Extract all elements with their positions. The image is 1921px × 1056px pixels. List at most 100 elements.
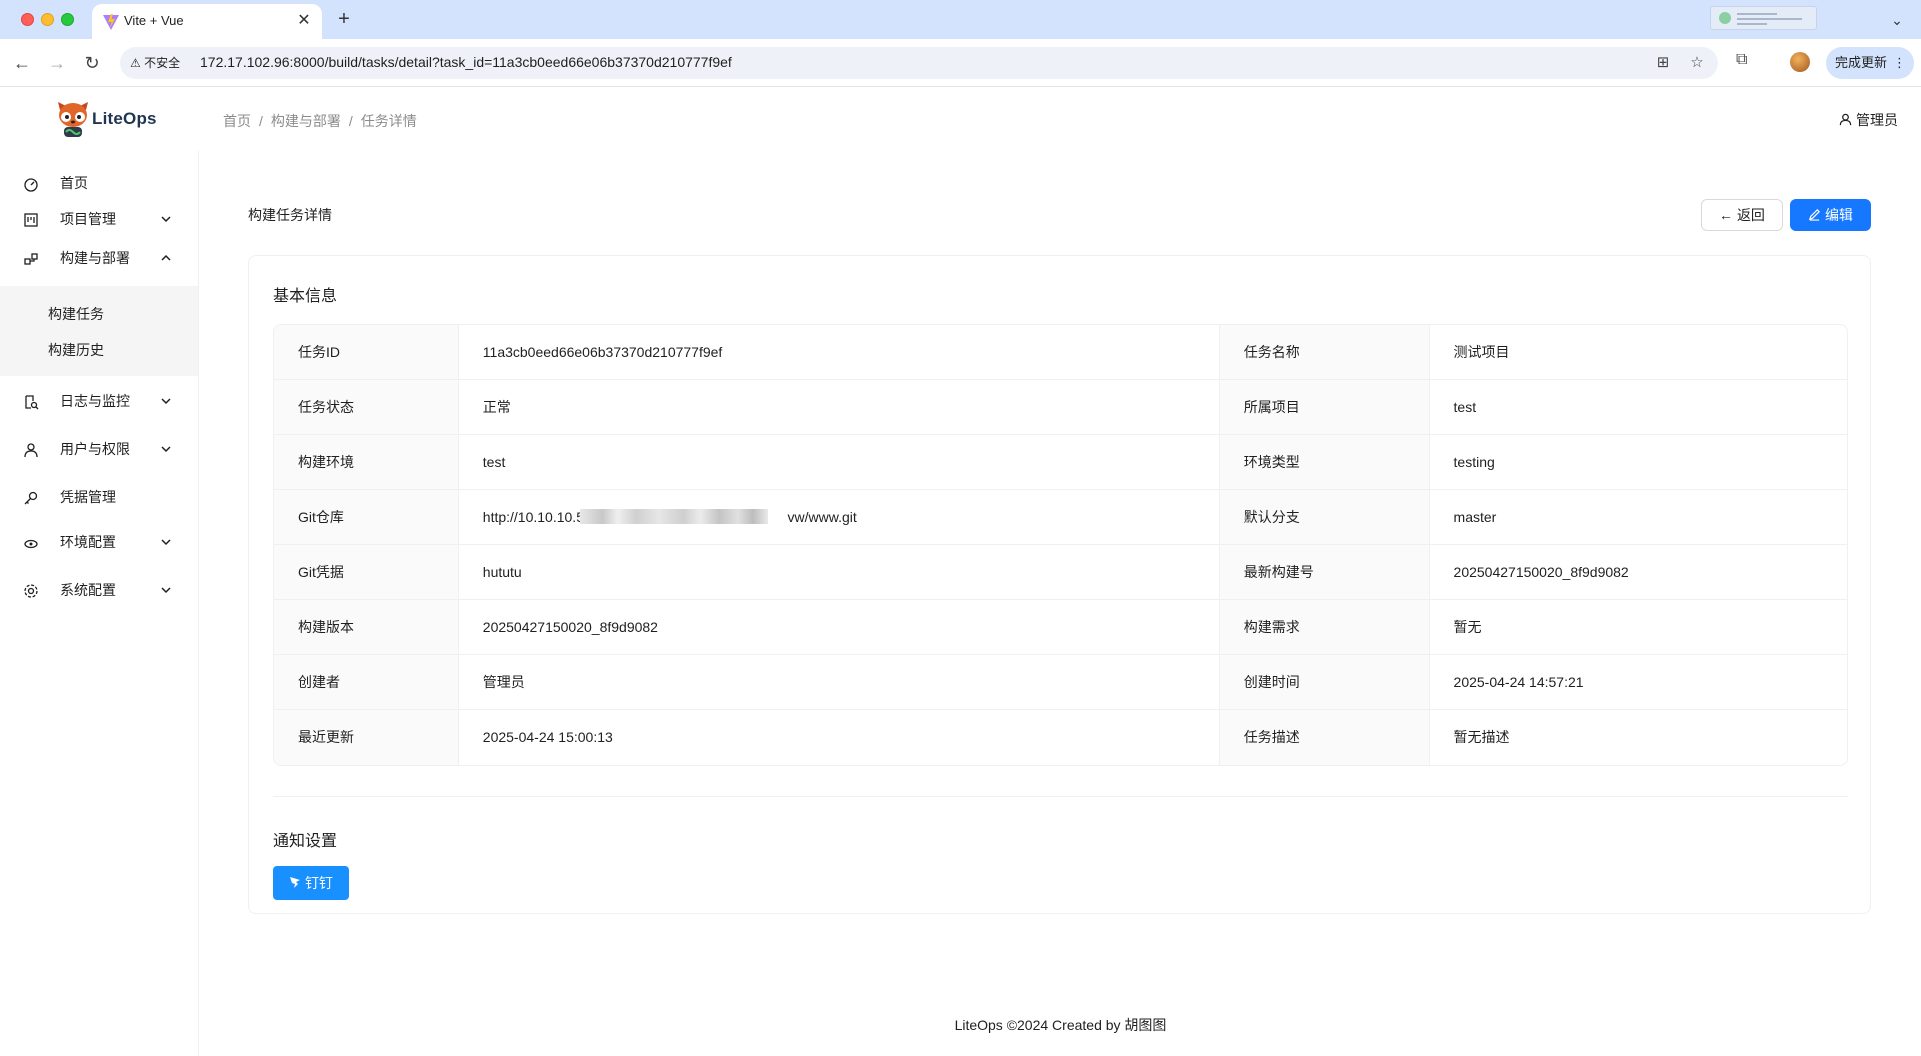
new-tab-icon[interactable]: + xyxy=(332,8,356,32)
back-arrow-icon[interactable]: ← xyxy=(10,51,34,75)
value-task-name: 测试项目 xyxy=(1453,344,1510,360)
back-button[interactable]: ← 返回 xyxy=(1701,199,1783,231)
breadcrumb: 首页 / 构建与部署 / 任务详情 xyxy=(223,113,417,129)
tab-close-icon[interactable]: ✕ xyxy=(294,11,314,31)
basic-info-title: 基本信息 xyxy=(273,288,338,305)
breadcrumb-home[interactable]: 首页 xyxy=(223,113,251,129)
key-icon xyxy=(24,491,38,505)
dingtalk-button[interactable]: 钉钉 xyxy=(273,866,349,900)
value-project: test xyxy=(1453,399,1477,415)
label-task-name: 任务名称 xyxy=(1219,325,1430,379)
edit-pencil-icon xyxy=(1808,209,1821,221)
value-build-env: test xyxy=(459,435,1220,489)
table-row: 构建环境 test 环境类型 testing xyxy=(274,435,1847,490)
browser-tab-bar: Vite + Vue ✕ + ⌄ xyxy=(0,0,1921,39)
label-env-type: 环境类型 xyxy=(1219,435,1430,489)
logo-text: LiteOps xyxy=(92,109,157,128)
app-root: LiteOps 首页 / 构建与部署 / 任务详情 管理员 首页 项目管理 构建与部署 … xyxy=(0,87,1921,1056)
vite-logo-icon xyxy=(103,14,119,30)
edit-button[interactable]: 编辑 xyxy=(1790,199,1871,231)
window-minimize-button[interactable] xyxy=(41,13,54,26)
sidebar-item-home[interactable]: 首页 xyxy=(0,163,198,203)
project-icon xyxy=(24,213,38,227)
url-text[interactable]: 172.17.102.96:8000/build/tasks/detail?ta… xyxy=(200,54,732,70)
sidebar-item-build-deploy[interactable]: 构建与部署 xyxy=(0,238,198,278)
browser-tab[interactable]: Vite + Vue ✕ xyxy=(92,4,322,39)
redacted-blur xyxy=(579,509,768,524)
extension-popup-thumbnail[interactable] xyxy=(1710,6,1817,30)
value-env-type: testing xyxy=(1453,454,1495,470)
browser-toolbar: ← → ↻ ⚠ 不安全 172.17.102.96:8000/build/tas… xyxy=(0,39,1921,87)
profile-avatar[interactable] xyxy=(1790,52,1810,72)
sidebar-item-system[interactable]: 系统配置 xyxy=(0,570,198,610)
breadcrumb-current: 任务详情 xyxy=(360,113,417,129)
user-menu[interactable]: 管理员 xyxy=(1839,110,1898,130)
value-git-credential: hututu xyxy=(459,545,1220,599)
label-creator: 创建者 xyxy=(274,655,459,709)
value-task-id: 11a3cb0eed66e06b37370d210777f9ef xyxy=(459,325,1220,379)
tab-title: Vite + Vue xyxy=(124,13,184,28)
value-description: 暂无描述 xyxy=(1453,729,1510,745)
sidebar-item-credentials[interactable]: 凭据管理 xyxy=(0,477,198,517)
label-created-at: 创建时间 xyxy=(1219,655,1430,709)
sidebar-item-projects[interactable]: 项目管理 xyxy=(0,199,198,239)
table-row: Git仓库 http://10.10.10.50/f vw/www.git 默认分… xyxy=(274,490,1847,545)
label-build-env: 构建环境 xyxy=(274,435,459,489)
value-git-repo: http://10.10.10.50/f vw/www.git xyxy=(459,490,1220,544)
label-build-version: 构建版本 xyxy=(274,600,459,654)
table-row: 创建者 管理员 创建时间 2025-04-24 14:57:21 xyxy=(274,655,1847,710)
label-git-repo: Git仓库 xyxy=(274,490,459,544)
value-build-version: 20250427150020_8f9d9082 xyxy=(459,600,1220,654)
reload-icon[interactable]: ↻ xyxy=(80,51,104,75)
translate-icon[interactable]: ⊞ xyxy=(1653,53,1673,73)
extensions-icon[interactable]: ⧉ xyxy=(1736,51,1756,71)
chevron-down-icon xyxy=(161,539,171,546)
footer: LiteOps ©2024 Created by 胡图图 xyxy=(954,1017,1167,1033)
label-build-requirement: 构建需求 xyxy=(1219,600,1430,654)
value-build-requirement: 暂无 xyxy=(1453,619,1482,635)
build-icon xyxy=(24,253,38,265)
user-icon xyxy=(1839,113,1852,126)
chevron-down-icon xyxy=(161,587,171,594)
table-row: 任务ID 11a3cb0eed66e06b37370d210777f9ef 任务… xyxy=(274,325,1847,380)
admin-label: 管理员 xyxy=(1856,112,1898,128)
kebab-icon: ⋮ xyxy=(1893,55,1906,70)
sidebar-item-build-history[interactable]: 构建历史 xyxy=(0,330,198,370)
arrow-left-icon: ← xyxy=(1719,207,1734,223)
table-row: 构建版本 20250427150020_8f9d9082 构建需求 暂无 xyxy=(274,600,1847,655)
chevron-down-icon xyxy=(161,216,171,223)
value-default-branch: master xyxy=(1453,509,1497,525)
value-creator: 管理员 xyxy=(459,655,1220,709)
value-latest-build: 20250427150020_8f9d9082 xyxy=(1453,564,1629,580)
star-icon[interactable]: ☆ xyxy=(1687,53,1707,73)
table-row: Git凭据 hututu 最新构建号 20250427150020_8f9d90… xyxy=(274,545,1847,600)
section-divider xyxy=(273,796,1848,797)
sidebar-item-environments[interactable]: 环境配置 xyxy=(0,522,198,562)
cloud-icon xyxy=(24,539,38,549)
sidebar: 首页 项目管理 构建与部署 构建任务 构建历史 日志与监控 用户与权限 凭据管理 xyxy=(0,151,199,1056)
breadcrumb-build-deploy[interactable]: 构建与部署 xyxy=(271,113,341,129)
address-bar[interactable]: ⚠ 不安全 172.17.102.96:8000/build/tasks/det… xyxy=(120,47,1718,79)
label-updated-at: 最近更新 xyxy=(274,710,459,765)
label-git-credential: Git凭据 xyxy=(274,545,459,599)
sidebar-item-build-tasks[interactable]: 构建任务 xyxy=(0,294,198,334)
value-created-at: 2025-04-24 14:57:21 xyxy=(1453,674,1584,690)
gear-icon xyxy=(24,584,38,598)
value-task-status: 正常 xyxy=(459,380,1220,434)
window-close-button[interactable] xyxy=(21,13,34,26)
task-info-table: 任务ID 11a3cb0eed66e06b37370d210777f9ef 任务… xyxy=(273,324,1848,766)
dingtalk-icon xyxy=(290,877,301,888)
tab-search-chevron-icon[interactable]: ⌄ xyxy=(1886,9,1908,31)
notify-title: 通知设置 xyxy=(273,833,338,850)
red-panda-logo-icon xyxy=(58,102,88,137)
page-title: 构建任务详情 xyxy=(248,207,332,223)
table-row: 最近更新 2025-04-24 15:00:13 任务描述 暂无描述 xyxy=(274,710,1847,765)
chevron-down-icon xyxy=(161,446,171,453)
chevron-down-icon xyxy=(161,398,171,405)
window-zoom-button[interactable] xyxy=(61,13,74,26)
forward-arrow-icon[interactable]: → xyxy=(45,51,69,75)
sidebar-item-users[interactable]: 用户与权限 xyxy=(0,429,198,469)
sidebar-item-logs[interactable]: 日志与监控 xyxy=(0,381,198,421)
update-button[interactable]: 完成更新 ⋮ xyxy=(1826,47,1914,79)
insecure-badge[interactable]: ⚠ 不安全 xyxy=(130,53,180,73)
